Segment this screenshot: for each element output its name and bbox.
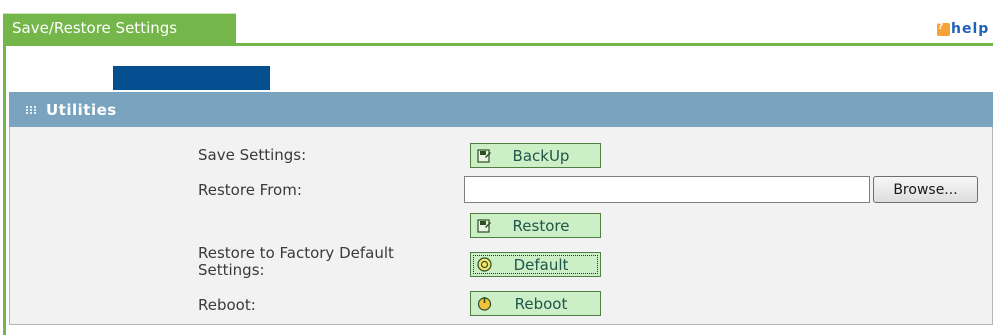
restore-file-input[interactable] bbox=[464, 176, 870, 203]
browse-button[interactable]: Browse... bbox=[873, 176, 978, 203]
backup-button-label: BackUp bbox=[512, 146, 570, 165]
factory-default-label-line2: Settings: bbox=[198, 261, 265, 279]
reboot-label: Reboot: bbox=[198, 296, 256, 314]
left-border bbox=[3, 46, 6, 335]
factory-default-label-line1: Restore to Factory Default bbox=[198, 244, 394, 262]
help-label: help bbox=[951, 21, 990, 37]
backup-button[interactable]: BackUp bbox=[470, 143, 601, 168]
default-button-label: Default bbox=[513, 255, 569, 274]
tab-title: Save/Restore Settings bbox=[12, 19, 178, 37]
default-button[interactable]: Default bbox=[470, 252, 601, 277]
grid-icon bbox=[26, 105, 37, 114]
title-bar-block bbox=[113, 66, 270, 90]
power-icon bbox=[477, 296, 492, 311]
save-icon bbox=[477, 148, 492, 163]
reset-icon bbox=[477, 257, 492, 272]
question-icon: ? bbox=[937, 22, 950, 36]
restore-from-label: Restore From: bbox=[198, 181, 302, 199]
tab-save-restore-settings[interactable]: Save/Restore Settings bbox=[3, 13, 236, 43]
restore-icon bbox=[477, 218, 492, 233]
restore-button-label: Restore bbox=[512, 216, 570, 235]
section-header-utilities: Utilities bbox=[9, 92, 993, 127]
restore-button[interactable]: Restore bbox=[470, 213, 601, 238]
factory-default-label: Restore to Factory Default Settings: bbox=[198, 245, 394, 279]
tab-divider bbox=[3, 43, 993, 46]
section-title: Utilities bbox=[46, 100, 117, 119]
reboot-button-label: Reboot bbox=[514, 294, 568, 313]
save-settings-label: Save Settings: bbox=[198, 146, 307, 164]
help-link[interactable]: ? help bbox=[937, 19, 989, 39]
reboot-button[interactable]: Reboot bbox=[470, 291, 601, 316]
